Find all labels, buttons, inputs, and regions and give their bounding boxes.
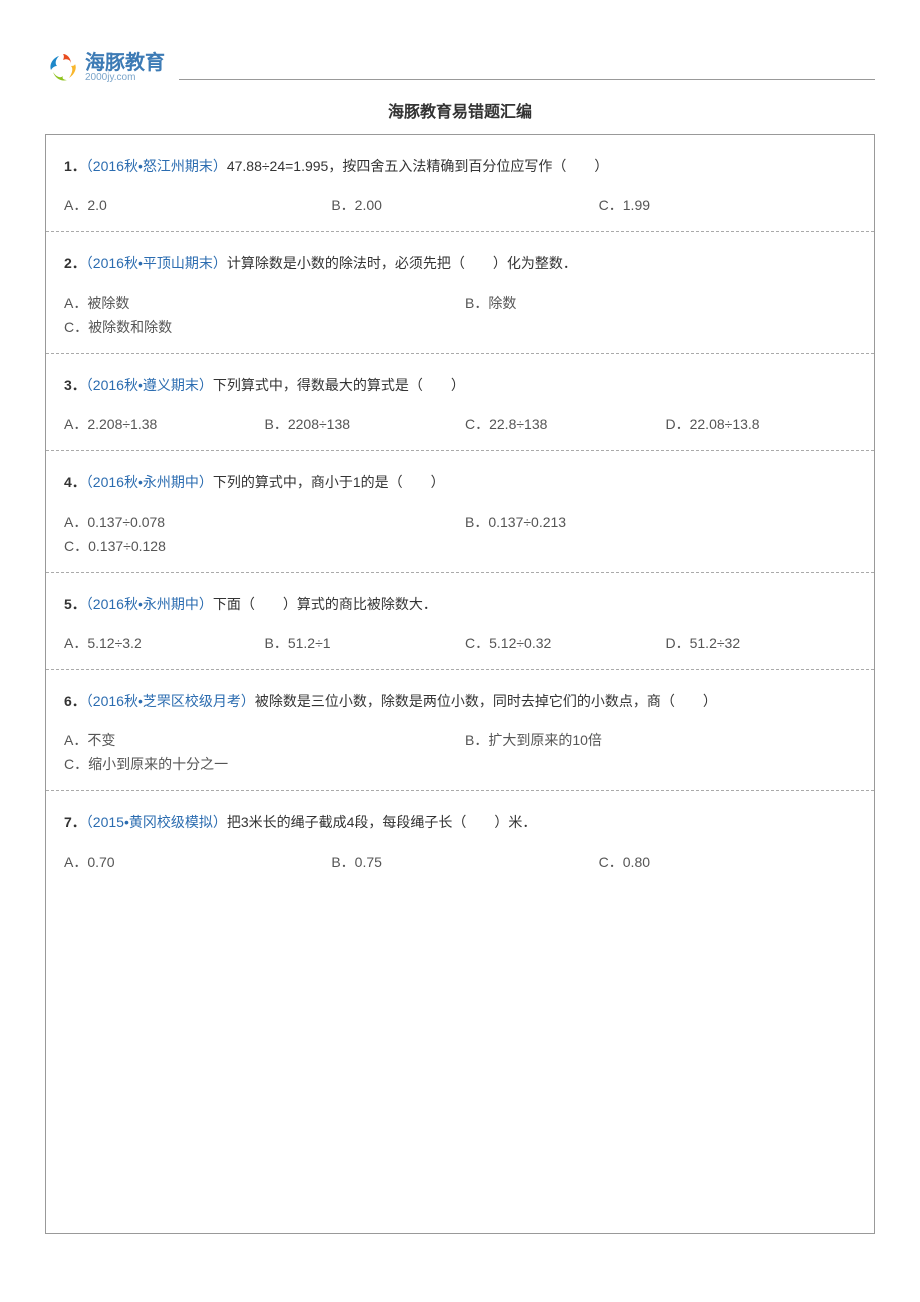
question-item: 3．（2016秋•遵义期末）下列算式中，得数最大的算式是（ ） A．2.208÷… xyxy=(46,354,874,451)
option-c: C．被除数和除数 xyxy=(64,317,455,337)
question-item: 1．（2016秋•怒江州期末）47.88÷24=1.995，按四舍五入法精确到百… xyxy=(46,135,874,232)
question-item: 4．（2016秋•永州期中）下列的算式中，商小于1的是（ ） A．0.137÷0… xyxy=(46,451,874,572)
dolphin-logo-icon xyxy=(45,50,81,86)
option-c: C．缩小到原来的十分之一 xyxy=(64,754,455,774)
question-text: 47.88÷24=1.995，按四舍五入法精确到百分位应写作（ ） xyxy=(227,158,609,174)
option-b: B．0.137÷0.213 xyxy=(465,512,856,532)
question-stem: 1．（2016秋•怒江州期末）47.88÷24=1.995，按四舍五入法精确到百… xyxy=(64,155,856,177)
question-stem: 7．（2015•黄冈校级模拟）把3米长的绳子截成4段，每段绳子长（ ）米． xyxy=(64,811,856,833)
questions-container: 1．（2016秋•怒江州期末）47.88÷24=1.995，按四舍五入法精确到百… xyxy=(45,134,875,1234)
options-list: A．被除数 B．除数 C．被除数和除数 xyxy=(64,293,856,337)
option-c: C．1.99 xyxy=(599,195,856,215)
question-source: （2016秋•遵义期末） xyxy=(86,377,213,393)
question-number: 1． xyxy=(64,158,86,174)
options-list: A．不变 B．扩大到原来的10倍 C．缩小到原来的十分之一 xyxy=(64,730,856,774)
question-item: 5．（2016秋•永州期中）下面（ ）算式的商比被除数大． A．5.12÷3.2… xyxy=(46,573,874,670)
question-source: （2016秋•永州期中） xyxy=(86,474,213,490)
question-source: （2016秋•芝罘区校级月考） xyxy=(86,693,255,709)
question-item: 2．（2016秋•平顶山期末）计算除数是小数的除法时，必须先把（ ）化为整数． … xyxy=(46,232,874,353)
question-text: 被除数是三位小数，除数是两位小数，同时去掉它们的小数点，商（ ） xyxy=(255,693,717,709)
question-source: （2016秋•怒江州期末） xyxy=(86,158,227,174)
option-d: D．51.2÷32 xyxy=(666,633,857,653)
question-stem: 6．（2016秋•芝罘区校级月考）被除数是三位小数，除数是两位小数，同时去掉它们… xyxy=(64,690,856,712)
option-b: B．2.00 xyxy=(331,195,588,215)
question-number: 6． xyxy=(64,693,86,709)
question-source: （2016秋•永州期中） xyxy=(86,596,213,612)
option-b: B．扩大到原来的10倍 xyxy=(465,730,856,750)
option-a: A．2.208÷1.38 xyxy=(64,414,255,434)
question-stem: 3．（2016秋•遵义期末）下列算式中，得数最大的算式是（ ） xyxy=(64,374,856,396)
option-a: A．2.0 xyxy=(64,195,321,215)
options-list: A．5.12÷3.2 B．51.2÷1 C．5.12÷0.32 D．51.2÷3… xyxy=(64,633,856,653)
options-list: A．0.137÷0.078 B．0.137÷0.213 C．0.137÷0.12… xyxy=(64,512,856,556)
question-text: 下列算式中，得数最大的算式是（ ） xyxy=(213,377,465,393)
question-item: 6．（2016秋•芝罘区校级月考）被除数是三位小数，除数是两位小数，同时去掉它们… xyxy=(46,670,874,791)
option-b: B．0.75 xyxy=(331,852,588,872)
question-source: （2016秋•平顶山期末） xyxy=(86,255,227,271)
logo: 海豚教育 2000jy.com xyxy=(45,50,165,86)
option-c: C．22.8÷138 xyxy=(465,414,656,434)
question-source: （2015•黄冈校级模拟） xyxy=(86,814,227,830)
option-d: D．22.08÷13.8 xyxy=(666,414,857,434)
option-b: B．除数 xyxy=(465,293,856,313)
option-c: C．5.12÷0.32 xyxy=(465,633,656,653)
option-a: A．0.137÷0.078 xyxy=(64,512,455,532)
option-c: C．0.137÷0.128 xyxy=(64,536,455,556)
question-number: 7． xyxy=(64,814,86,830)
question-stem: 2．（2016秋•平顶山期末）计算除数是小数的除法时，必须先把（ ）化为整数． xyxy=(64,252,856,274)
option-b: B．2208÷138 xyxy=(265,414,456,434)
options-list: A．2.208÷1.38 B．2208÷138 C．22.8÷138 D．22.… xyxy=(64,414,856,434)
question-text: 把3米长的绳子截成4段，每段绳子长（ ）米． xyxy=(227,814,537,830)
option-b: B．51.2÷1 xyxy=(265,633,456,653)
header-divider xyxy=(179,79,875,80)
logo-sub-text: 2000jy.com xyxy=(85,73,165,83)
option-a: A．不变 xyxy=(64,730,455,750)
option-c: C．0.80 xyxy=(599,852,856,872)
options-list: A．0.70 B．0.75 C．0.80 xyxy=(64,852,856,872)
question-number: 5． xyxy=(64,596,86,612)
question-text: 下面（ ）算式的商比被除数大． xyxy=(213,596,437,612)
question-item: 7．（2015•黄冈校级模拟）把3米长的绳子截成4段，每段绳子长（ ）米． A．… xyxy=(46,791,874,887)
option-a: A．5.12÷3.2 xyxy=(64,633,255,653)
options-list: A．2.0 B．2.00 C．1.99 xyxy=(64,195,856,215)
logo-main-text: 海豚教育 xyxy=(85,53,165,73)
question-number: 3． xyxy=(64,377,86,393)
question-number: 2． xyxy=(64,255,86,271)
question-stem: 4．（2016秋•永州期中）下列的算式中，商小于1的是（ ） xyxy=(64,471,856,493)
option-a: A．被除数 xyxy=(64,293,455,313)
question-stem: 5．（2016秋•永州期中）下面（ ）算式的商比被除数大． xyxy=(64,593,856,615)
logo-text: 海豚教育 2000jy.com xyxy=(85,53,165,83)
option-a: A．0.70 xyxy=(64,852,321,872)
question-text: 下列的算式中，商小于1的是（ ） xyxy=(213,474,445,490)
question-number: 4． xyxy=(64,474,86,490)
page-header: 海豚教育 2000jy.com xyxy=(45,50,875,86)
page-title: 海豚教育易错题汇编 xyxy=(45,98,875,122)
question-text: 计算除数是小数的除法时，必须先把（ ）化为整数． xyxy=(227,255,577,271)
